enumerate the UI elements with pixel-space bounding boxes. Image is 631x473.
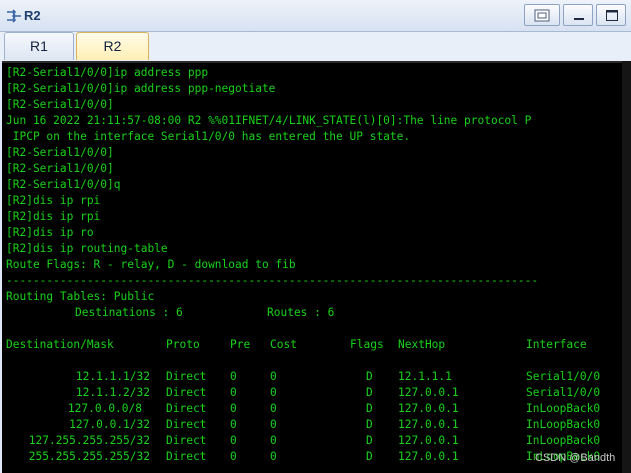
route-interface: InLoopBack0 <box>526 402 601 415</box>
route-flags: D <box>366 370 373 383</box>
route-destination: 127.255.255.255/32 <box>28 434 150 447</box>
restore-button[interactable] <box>524 4 560 26</box>
route-proto: Direct <box>166 370 207 383</box>
console-line: [R2-Serial1/0/0]ip address ppp-negotiate <box>6 82 276 95</box>
route-proto: Direct <box>166 386 207 399</box>
watermark: CSDN @Bandth <box>535 452 616 464</box>
column-header: Destination/Mask <box>6 338 114 351</box>
route-destination: 12.1.1.2/32 <box>75 386 150 399</box>
column-header: Flags <box>350 338 384 351</box>
table-header: Destination/Mask Proto Pre Cost Flags Ne… <box>2 337 622 353</box>
route-destination: 127.0.0.1/32 <box>69 418 150 431</box>
vertical-scrollbar[interactable] <box>622 61 631 473</box>
separator-line: ----------------------------------------… <box>6 274 539 287</box>
console-line: [R2-Serial1/0/0] <box>6 98 114 111</box>
column-header: NextHop <box>398 338 446 351</box>
table-row: 12.1.1.2/32 Direct 0 0 D 127.0.0.1 Seria… <box>2 385 622 401</box>
table-row: 12.1.1.1/32 Direct 0 0 D 12.1.1.1 Serial… <box>2 369 622 385</box>
console-line: [R2-Serial1/0/0]ip address ppp <box>6 66 209 79</box>
route-proto: Direct <box>166 402 207 415</box>
route-flags: D <box>366 450 373 463</box>
route-flags: D <box>366 418 373 431</box>
route-nexthop: 127.0.0.1 <box>398 386 459 399</box>
router-app-icon <box>7 9 21 23</box>
console-line: [R2-Serial1/0/0] <box>6 146 114 159</box>
table-row: 127.0.0.1/32 Direct 0 0 D 127.0.0.1 InLo… <box>2 417 622 433</box>
column-header: Cost <box>270 338 297 351</box>
restore-icon <box>534 9 550 22</box>
route-pre: 0 <box>230 386 237 399</box>
table-row: 127.0.0.0/8 Direct 0 0 D 127.0.0.1 InLoo… <box>2 401 622 417</box>
route-summary: Destinations : 6 Routes : 6 <box>2 305 622 321</box>
tab-strip: R1 R2 <box>0 32 631 61</box>
maximize-icon <box>606 10 618 21</box>
console-line: Jun 16 2022 21:11:57-08:00 R2 %%01IFNET/… <box>6 114 532 127</box>
route-interface: InLoopBack0 <box>526 434 601 447</box>
tab-r1[interactable]: R1 <box>4 32 74 60</box>
route-cost: 0 <box>270 386 277 399</box>
route-cost: 0 <box>270 370 277 383</box>
terminal-console[interactable]: [R2-Serial1/0/0]ip address ppp [R2-Seria… <box>2 61 631 473</box>
route-nexthop: 127.0.0.1 <box>398 434 459 447</box>
console-line: [R2-Serial1/0/0]q <box>6 178 121 191</box>
route-proto: Direct <box>166 418 207 431</box>
table-row: 255.255.255.255/32 Direct 0 0 D 127.0.0.… <box>2 449 622 465</box>
minimize-button[interactable] <box>563 4 593 26</box>
window-title: R2 <box>24 8 41 23</box>
column-header: Pre <box>230 338 251 351</box>
console-line: [R2]dis ip rpi <box>6 210 101 223</box>
column-header: Interface <box>526 338 587 351</box>
route-pre: 0 <box>230 418 237 431</box>
minimize-icon <box>574 18 584 20</box>
console-line: [R2]dis ip ro <box>6 226 94 239</box>
console-line: [R2-Serial1/0/0] <box>6 162 114 175</box>
route-flags: D <box>366 434 373 447</box>
console-line: Routing Tables: Public <box>6 290 155 303</box>
route-flags: D <box>366 386 373 399</box>
route-destination: 255.255.255.255/32 <box>28 450 150 463</box>
route-nexthop: 127.0.0.1 <box>398 402 459 415</box>
route-destination: 12.1.1.1/32 <box>75 370 150 383</box>
destinations-count: Destinations : 6 <box>75 306 183 319</box>
console-line: [R2]dis ip rpi <box>6 194 101 207</box>
route-pre: 0 <box>230 370 237 383</box>
route-pre: 0 <box>230 434 237 447</box>
route-cost: 0 <box>270 402 277 415</box>
route-nexthop: 12.1.1.1 <box>398 370 452 383</box>
route-nexthop: 127.0.0.1 <box>398 450 459 463</box>
tab-r2[interactable]: R2 <box>76 32 149 60</box>
route-nexthop: 127.0.0.1 <box>398 418 459 431</box>
route-cost: 0 <box>270 434 277 447</box>
route-proto: Direct <box>166 450 207 463</box>
console-line: [R2]dis ip routing-table <box>6 242 168 255</box>
route-interface: Serial1/0/0 <box>526 386 601 399</box>
route-cost: 0 <box>270 418 277 431</box>
route-cost: 0 <box>270 450 277 463</box>
route-interface: Serial1/0/0 <box>526 370 601 383</box>
route-pre: 0 <box>230 402 237 415</box>
route-interface: InLoopBack0 <box>526 418 601 431</box>
route-pre: 0 <box>230 450 237 463</box>
column-header: Proto <box>166 338 200 351</box>
console-line: IPCP on the interface Serial1/0/0 has en… <box>6 130 411 143</box>
window-titlebar: R2 <box>0 0 631 32</box>
routes-count: Routes : 6 <box>267 306 335 319</box>
route-flags: D <box>366 402 373 415</box>
route-destination: 127.0.0.0/8 <box>67 402 142 415</box>
route-proto: Direct <box>166 434 207 447</box>
table-row: 127.255.255.255/32 Direct 0 0 D 127.0.0.… <box>2 433 622 449</box>
maximize-button[interactable] <box>596 4 626 26</box>
console-line: Route Flags: R - relay, D - download to … <box>6 258 296 271</box>
